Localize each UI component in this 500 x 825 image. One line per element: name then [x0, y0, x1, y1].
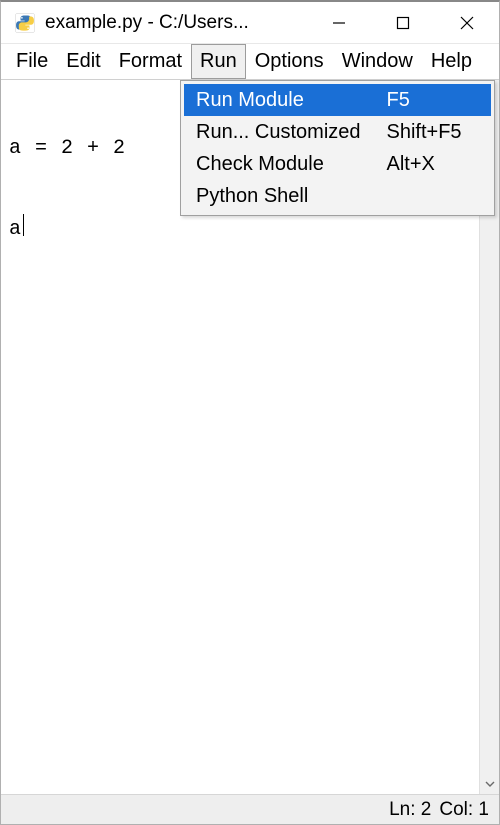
dropdown-label: Run Module	[196, 89, 387, 112]
menu-label: Run	[200, 50, 237, 73]
dropdown-shortcut: Alt+X	[387, 153, 477, 176]
text-cursor	[23, 214, 24, 236]
close-button[interactable]	[435, 2, 499, 43]
dropdown-label: Check Module	[196, 153, 387, 176]
status-bar: Ln: 2 Col: 1	[1, 794, 499, 824]
menu-label: Format	[119, 50, 182, 73]
menu-bar: File Edit Format Run Options Window Help	[1, 44, 499, 80]
menu-run[interactable]: Run	[191, 44, 246, 79]
run-dropdown: Run Module F5 Run... Customized Shift+F5…	[180, 80, 495, 216]
menu-edit[interactable]: Edit	[57, 44, 109, 79]
menu-item-python-shell[interactable]: Python Shell	[184, 180, 491, 212]
menu-window[interactable]: Window	[333, 44, 422, 79]
menu-label: Window	[342, 50, 413, 73]
menu-item-check-module[interactable]: Check Module Alt+X	[184, 148, 491, 180]
editor-area: a = 2 + 2 a Run Module F5 Run... Customi…	[1, 80, 499, 794]
scrollbar-down-icon[interactable]	[480, 774, 499, 794]
menu-label: Edit	[66, 50, 100, 73]
title-bar: example.py - C:/Users...	[1, 2, 499, 44]
menu-help[interactable]: Help	[422, 44, 481, 79]
minimize-button[interactable]	[307, 2, 371, 43]
dropdown-label: Python Shell	[196, 185, 387, 208]
menu-item-run-customized[interactable]: Run... Customized Shift+F5	[184, 116, 491, 148]
window-controls	[307, 2, 499, 43]
code-line: a	[9, 214, 471, 243]
status-line: Ln: 2	[389, 799, 431, 821]
status-col: Col: 1	[439, 799, 489, 821]
dropdown-label: Run... Customized	[196, 121, 387, 144]
menu-format[interactable]: Format	[110, 44, 191, 79]
menu-label: File	[16, 50, 48, 73]
menu-options[interactable]: Options	[246, 44, 333, 79]
menu-item-run-module[interactable]: Run Module F5	[184, 84, 491, 116]
code-text: a	[9, 218, 22, 241]
dropdown-shortcut: Shift+F5	[387, 121, 477, 144]
menu-label: Help	[431, 50, 472, 73]
python-idle-icon	[11, 9, 39, 37]
dropdown-shortcut: F5	[387, 89, 477, 112]
menu-label: Options	[255, 50, 324, 73]
window-title: example.py - C:/Users...	[45, 12, 249, 34]
maximize-button[interactable]	[371, 2, 435, 43]
menu-file[interactable]: File	[7, 44, 57, 79]
